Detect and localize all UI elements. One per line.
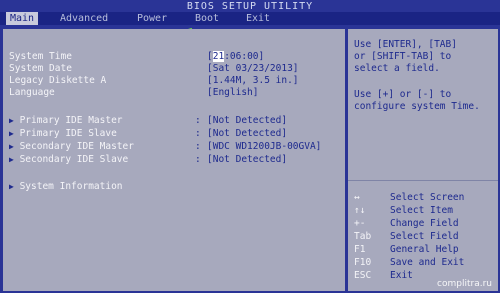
system-time-label: System Time [9,51,72,62]
help-panel: Use [ENTER], [TAB] or [SHIFT-TAB] to sel… [348,29,498,291]
key-legend-row: Tab Select Field [354,231,459,243]
key-description: Save and Exit [390,257,465,268]
settings-panel: System Time [21:06:00] System Date [Sat … [3,29,345,291]
key-description: Select Screen [390,192,465,203]
key-name: F1 [354,244,366,255]
ide-secondary-master-value: [WDC WD1200JB-00GVA] [207,141,322,152]
setting-system-time[interactable]: System Time [21:06:00] [9,51,264,63]
ide-primary-slave[interactable]: ▶ Primary IDE Slave : [Not Detected] [9,128,287,140]
help-text-line: Use [ENTER], [TAB] [354,39,457,50]
key-legend-row: ↔ Select Screen [354,192,464,204]
setting-system-date[interactable]: System Date [Sat 03/23/2013] [9,63,299,75]
system-time-value[interactable]: [21:06:00] [207,51,264,63]
key-description: Change Field [390,218,459,229]
system-date-label: System Date [9,63,72,74]
setting-legacy-diskette[interactable]: Legacy Diskette A [1.44M, 3.5 in.] [9,75,299,87]
system-information-label: System Information [19,181,123,192]
ide-primary-slave-value: [Not Detected] [207,128,288,139]
help-text-line: or [SHIFT-TAB] to [354,51,452,62]
ide-secondary-slave-value: [Not Detected] [207,154,288,165]
key-name: ↔ [354,192,360,203]
key-description: General Help [390,244,459,255]
key-description: Select Field [390,231,459,242]
tab-advanced[interactable]: Advanced [56,12,112,25]
ide-secondary-slave[interactable]: ▶ Secondary IDE Slave : [Not Detected] [9,154,287,166]
help-text-line: select a field. [354,63,440,74]
key-legend-row: F1 General Help [354,244,459,256]
ide-primary-slave-label: Primary IDE Slave [19,128,117,139]
key-legend-row: +- Change Field [354,218,459,230]
system-information-item[interactable]: ▶ System Information [9,181,123,193]
colon: : [195,128,201,139]
help-text-line: Use [+] or [-] to [354,89,452,100]
ide-secondary-slave-label: Secondary IDE Slave [19,154,129,165]
system-date-value[interactable]: [Sat 03/23/2013] [207,63,299,75]
submenu-arrow-icon: ▶ [9,116,14,125]
ide-secondary-master-label: Secondary IDE Master [19,141,134,152]
tab-boot[interactable]: Boot [191,12,223,25]
legacy-diskette-value[interactable]: [1.44M, 3.5 in.] [207,75,299,87]
colon: : [195,141,201,152]
tab-power[interactable]: Power [133,12,171,25]
submenu-arrow-icon: ▶ [9,129,14,138]
ide-primary-master[interactable]: ▶ Primary IDE Master : [Not Detected] [9,115,287,127]
key-legend-row: F10 Save and Exit [354,257,464,269]
system-time-rest: :06:00] [224,51,265,62]
key-name: ↑↓ [354,205,366,216]
legacy-diskette-label: Legacy Diskette A [9,75,107,86]
submenu-arrow-icon: ▶ [9,142,14,151]
system-time-hour-field[interactable]: 21 [212,51,225,62]
ide-primary-master-label: Primary IDE Master [19,115,123,126]
submenu-arrow-icon: ▶ [9,182,14,191]
key-name: ESC [354,270,372,281]
submenu-arrow-icon: ▶ [9,155,14,164]
setting-language[interactable]: Language [English] [9,87,258,99]
watermark: complitra.ru [437,279,492,289]
key-legend-row: ESC Exit [354,270,413,282]
key-description: Select Item [390,205,453,216]
bios-screen: BIOS SETUP UTILITY Main Advanced Power B… [0,0,500,293]
colon: : [195,115,201,126]
tab-main[interactable]: Main [6,12,39,25]
key-name: Tab [354,231,372,242]
key-name: F10 [354,257,372,268]
menu-bar: Main Advanced Power Boot Exit [0,12,500,25]
help-divider [348,180,498,181]
language-value[interactable]: [English] [207,87,258,99]
key-name: +- [354,218,366,229]
language-label: Language [9,87,55,98]
ide-secondary-master[interactable]: ▶ Secondary IDE Master : [WDC WD1200JB-0… [9,141,321,153]
system-time-open-bracket: [ [207,51,213,62]
key-legend-row: ↑↓ Select Item [354,205,453,217]
key-description: Exit [390,270,413,281]
colon: : [195,154,201,165]
help-text-line: configure system Time. [354,101,480,112]
tab-exit[interactable]: Exit [242,12,274,25]
ide-primary-master-value: [Not Detected] [207,115,288,126]
